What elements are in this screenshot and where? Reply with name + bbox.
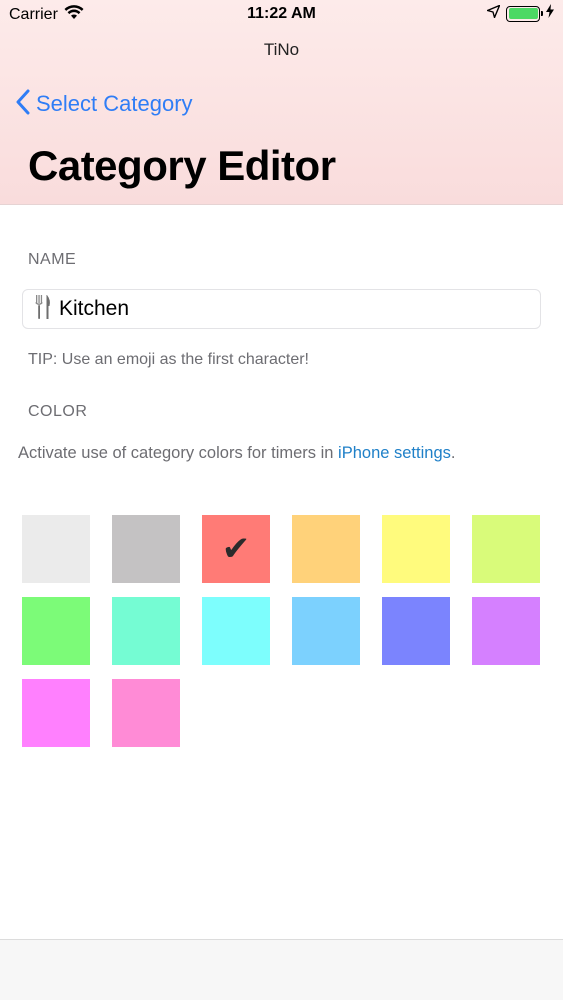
status-time: 11:22 AM	[247, 5, 316, 22]
color-swatch[interactable]	[472, 597, 540, 665]
color-swatch[interactable]	[472, 515, 540, 583]
fork-knife-icon	[33, 294, 53, 325]
color-swatch[interactable]	[112, 515, 180, 583]
iphone-settings-link[interactable]: iPhone settings	[338, 444, 451, 462]
emoji-tip: TIP: Use an emoji as the first character…	[28, 351, 309, 368]
checkmark-icon: ✔	[221, 530, 251, 568]
color-swatch[interactable]	[22, 515, 90, 583]
activate-colors-prefix: Activate use of category colors for time…	[18, 444, 339, 462]
back-button[interactable]: Select Category	[16, 88, 193, 120]
color-swatch[interactable]	[292, 515, 360, 583]
category-name-input[interactable]: Kitchen	[22, 289, 541, 329]
color-swatch[interactable]	[292, 597, 360, 665]
color-swatch[interactable]	[22, 597, 90, 665]
back-button-label: Select Category	[36, 91, 193, 116]
status-bar: Carrier 11:22 AM	[0, 0, 563, 30]
navigation-header: Carrier 11:22 AM TiNo Select Category Ca…	[0, 0, 563, 205]
page-title: Category Editor	[28, 142, 336, 189]
battery-icon	[506, 5, 543, 22]
color-swatch[interactable]	[22, 679, 90, 747]
color-section-label: COLOR	[28, 403, 88, 420]
color-swatch-grid: ✔	[22, 515, 542, 747]
color-swatch-selected[interactable]: ✔	[202, 515, 270, 583]
color-swatch[interactable]	[382, 515, 450, 583]
location-arrow-icon	[486, 4, 501, 23]
color-swatch[interactable]	[112, 679, 180, 747]
name-section-label: NAME	[28, 251, 77, 268]
status-right-icons	[486, 4, 554, 23]
app-name: TiNo	[263, 40, 300, 59]
activate-colors-text: Activate use of category colors for time…	[18, 444, 558, 463]
chevron-left-icon	[16, 89, 30, 120]
color-swatch[interactable]	[382, 597, 450, 665]
color-swatch[interactable]	[202, 597, 270, 665]
color-swatch[interactable]	[112, 597, 180, 665]
bottom-toolbar	[0, 939, 563, 1000]
category-name-value: Kitchen	[59, 297, 130, 320]
activate-colors-suffix: .	[450, 444, 456, 462]
charging-bolt-icon	[546, 4, 554, 23]
